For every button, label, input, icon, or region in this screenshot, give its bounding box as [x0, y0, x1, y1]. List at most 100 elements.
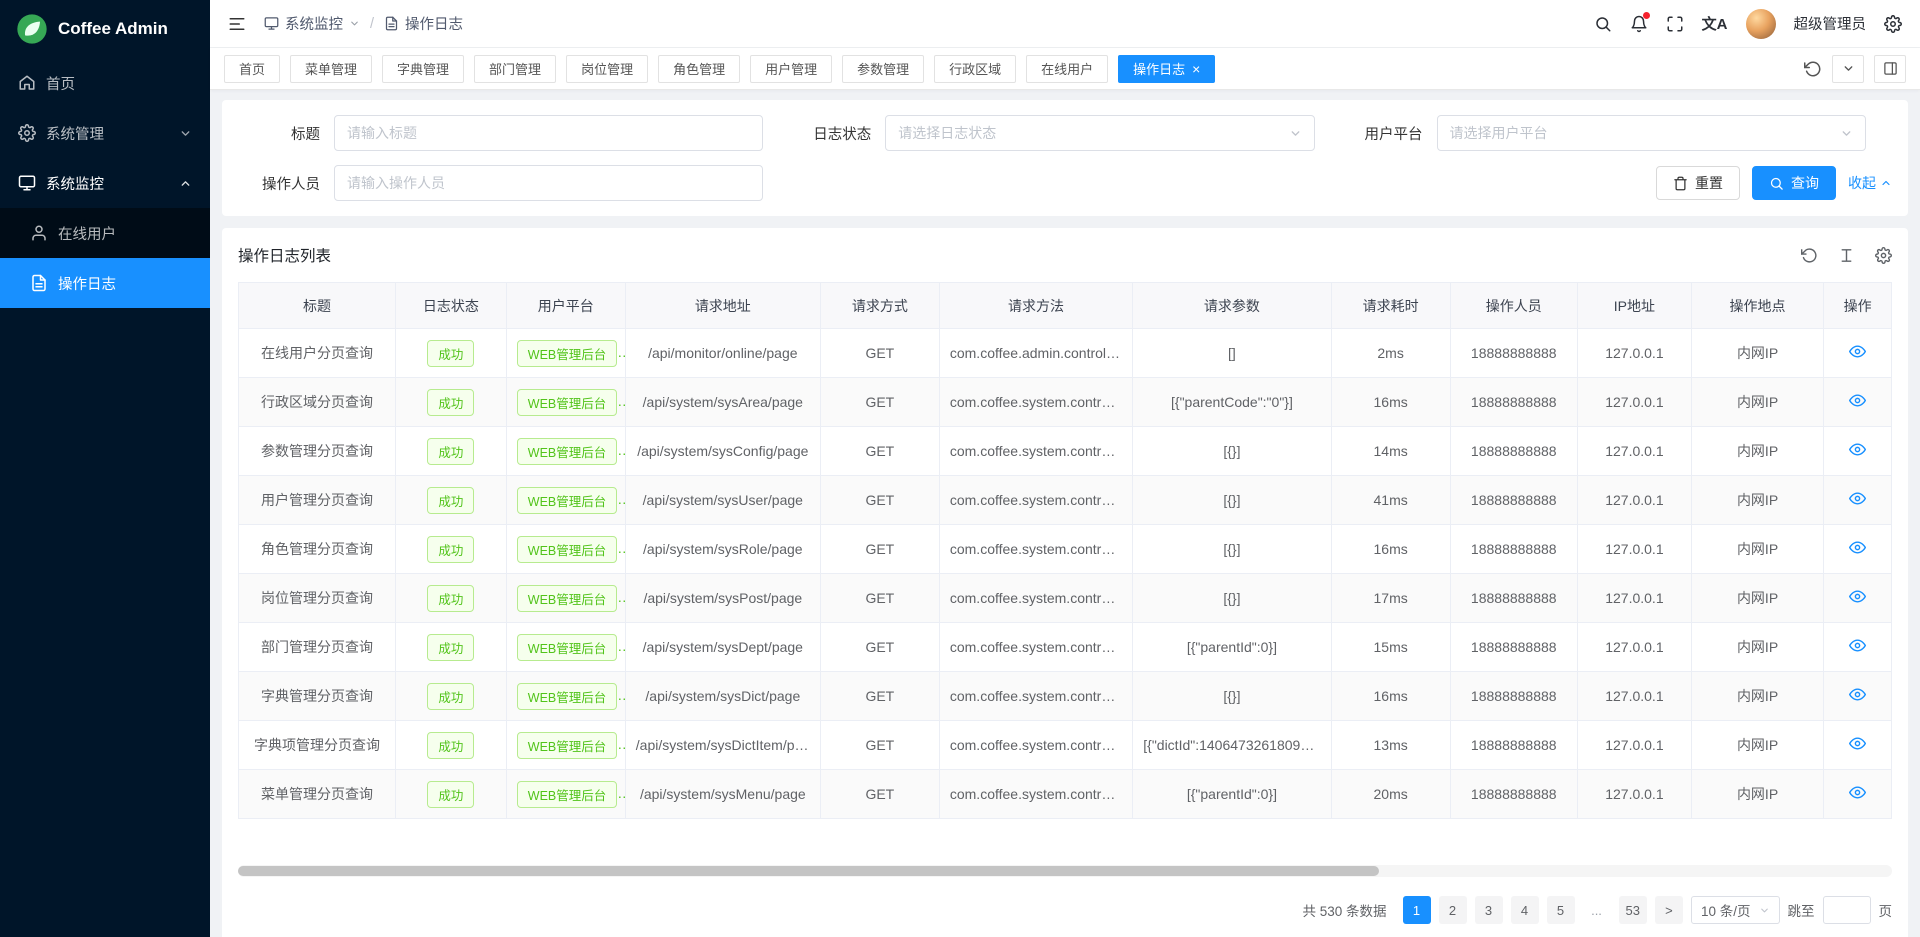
view-detail-button[interactable]	[1849, 392, 1866, 409]
view-detail-button[interactable]	[1849, 784, 1866, 801]
tab-字典管理[interactable]: 字典管理	[382, 55, 464, 83]
tab-options-button[interactable]	[1832, 55, 1864, 83]
log-status-select[interactable]: 请选择日志状态	[885, 115, 1314, 151]
view-detail-button[interactable]	[1849, 588, 1866, 605]
reset-label: 重置	[1695, 173, 1723, 193]
eye-icon	[1849, 441, 1866, 458]
tab-行政区域[interactable]: 行政区域	[934, 55, 1016, 83]
column-header-7: 请求参数	[1133, 283, 1331, 329]
view-detail-button[interactable]	[1849, 441, 1866, 458]
menu-fold-icon[interactable]	[228, 15, 246, 33]
horizontal-scrollbar[interactable]	[238, 865, 1892, 877]
sidebar-item-system-management[interactable]: 系统管理	[0, 108, 210, 158]
collapse-toggle[interactable]: 收起	[1848, 173, 1892, 193]
next-page-button[interactable]: >	[1655, 896, 1683, 924]
tab-岗位管理[interactable]: 岗位管理	[566, 55, 648, 83]
cell-action	[1824, 574, 1892, 623]
tab-用户管理[interactable]: 用户管理	[750, 55, 832, 83]
sidebar-item-operation-log[interactable]: 操作日志	[0, 258, 210, 308]
cell-status: 成功	[396, 476, 507, 525]
cell-params: [{}]	[1133, 427, 1331, 476]
status-tag: 成功	[427, 536, 474, 563]
view-detail-button[interactable]	[1849, 539, 1866, 556]
page-ellipsis[interactable]: ...	[1583, 896, 1611, 924]
notifications-button[interactable]	[1630, 15, 1648, 33]
jump-page-input[interactable]	[1823, 896, 1871, 924]
notification-badge	[1643, 12, 1650, 19]
cell-location: 内网IP	[1691, 770, 1823, 819]
page-button-53[interactable]: 53	[1619, 896, 1647, 924]
view-detail-button[interactable]	[1849, 490, 1866, 507]
cell-operator: 18888888888	[1450, 427, 1577, 476]
tab-角色管理[interactable]: 角色管理	[658, 55, 740, 83]
reset-button[interactable]: 重置	[1656, 166, 1740, 200]
refresh-icon[interactable]	[1801, 247, 1818, 264]
tab-参数管理[interactable]: 参数管理	[842, 55, 924, 83]
page-button-5[interactable]: 5	[1547, 896, 1575, 924]
title-input[interactable]	[334, 115, 763, 151]
cell-status: 成功	[396, 672, 507, 721]
file-icon	[384, 16, 399, 31]
cell-method: GET	[820, 770, 939, 819]
tab-操作日志[interactable]: 操作日志×	[1118, 55, 1215, 83]
view-detail-button[interactable]	[1849, 637, 1866, 654]
cell-title: 菜单管理分页查询	[239, 770, 396, 819]
cell-operator: 18888888888	[1450, 574, 1577, 623]
page-button-2[interactable]: 2	[1439, 896, 1467, 924]
card-tools	[1801, 247, 1892, 264]
view-detail-button[interactable]	[1849, 343, 1866, 360]
tab-在线用户[interactable]: 在线用户	[1026, 55, 1108, 83]
search-button[interactable]: 查询	[1752, 166, 1836, 200]
cell-duration: 2ms	[1331, 329, 1450, 378]
page-button-1[interactable]: 1	[1403, 896, 1431, 924]
page-size-select[interactable]: 10 条/页	[1691, 896, 1780, 924]
cell-duration: 16ms	[1331, 672, 1450, 721]
cell-duration: 15ms	[1331, 623, 1450, 672]
cell-status: 成功	[396, 329, 507, 378]
view-detail-button[interactable]	[1849, 686, 1866, 703]
table-row: 部门管理分页查询成功WEB管理后台/api/system/sysDept/pag…	[239, 623, 1892, 672]
search-icon[interactable]	[1594, 15, 1612, 33]
column-header-10: IP地址	[1577, 283, 1691, 329]
file-icon	[30, 274, 48, 292]
tab-首页[interactable]: 首页	[224, 55, 280, 83]
tab-close-icon[interactable]: ×	[1192, 62, 1200, 76]
tab-label: 字典管理	[397, 59, 449, 78]
search-icon	[1769, 176, 1784, 191]
settings-gear-icon[interactable]	[1884, 15, 1902, 33]
page-button-3[interactable]: 3	[1475, 896, 1503, 924]
translate-icon[interactable]: 文A	[1702, 13, 1728, 34]
cell-action	[1824, 525, 1892, 574]
fullscreen-icon[interactable]	[1666, 15, 1684, 33]
avatar[interactable]	[1746, 9, 1776, 39]
tab-label: 用户管理	[765, 59, 817, 78]
column-settings-icon[interactable]	[1875, 247, 1892, 264]
density-icon[interactable]	[1838, 247, 1855, 264]
breadcrumb-item-monitor[interactable]: 系统监控	[264, 13, 360, 34]
username[interactable]: 超级管理员	[1794, 13, 1867, 34]
cell-location: 内网IP	[1691, 525, 1823, 574]
sidebar-item-online-users[interactable]: 在线用户	[0, 208, 210, 258]
tab-部门管理[interactable]: 部门管理	[474, 55, 556, 83]
page-button-4[interactable]: 4	[1511, 896, 1539, 924]
page-size-value: 10 条/页	[1701, 900, 1751, 920]
tab-label: 角色管理	[673, 59, 725, 78]
sidebar-submenu: 在线用户 操作日志	[0, 208, 210, 308]
chevron-down-icon	[179, 127, 192, 140]
filter-field-operator: 操作人员	[238, 165, 789, 201]
user-platform-select[interactable]: 请选择用户平台	[1437, 115, 1866, 151]
view-detail-button[interactable]	[1849, 735, 1866, 752]
layout-toggle-button[interactable]	[1874, 55, 1906, 83]
tab-菜单管理[interactable]: 菜单管理	[290, 55, 372, 83]
operator-input[interactable]	[334, 165, 763, 201]
chevron-down-icon	[349, 18, 360, 29]
sidebar-item-home[interactable]: 首页	[0, 58, 210, 108]
refresh-icon[interactable]	[1804, 60, 1822, 78]
scrollbar-thumb[interactable]	[238, 866, 1379, 876]
cell-duration: 20ms	[1331, 770, 1450, 819]
cell-title: 参数管理分页查询	[239, 427, 396, 476]
log-list-card: 操作日志列表 标题日志状态用户平台请求地址请求方式请求方法请求参数请求耗时操作人…	[222, 228, 1908, 937]
sidebar-item-system-monitor[interactable]: 系统监控	[0, 158, 210, 208]
tab-label: 行政区域	[949, 59, 1001, 78]
cell-ip: 127.0.0.1	[1577, 427, 1691, 476]
